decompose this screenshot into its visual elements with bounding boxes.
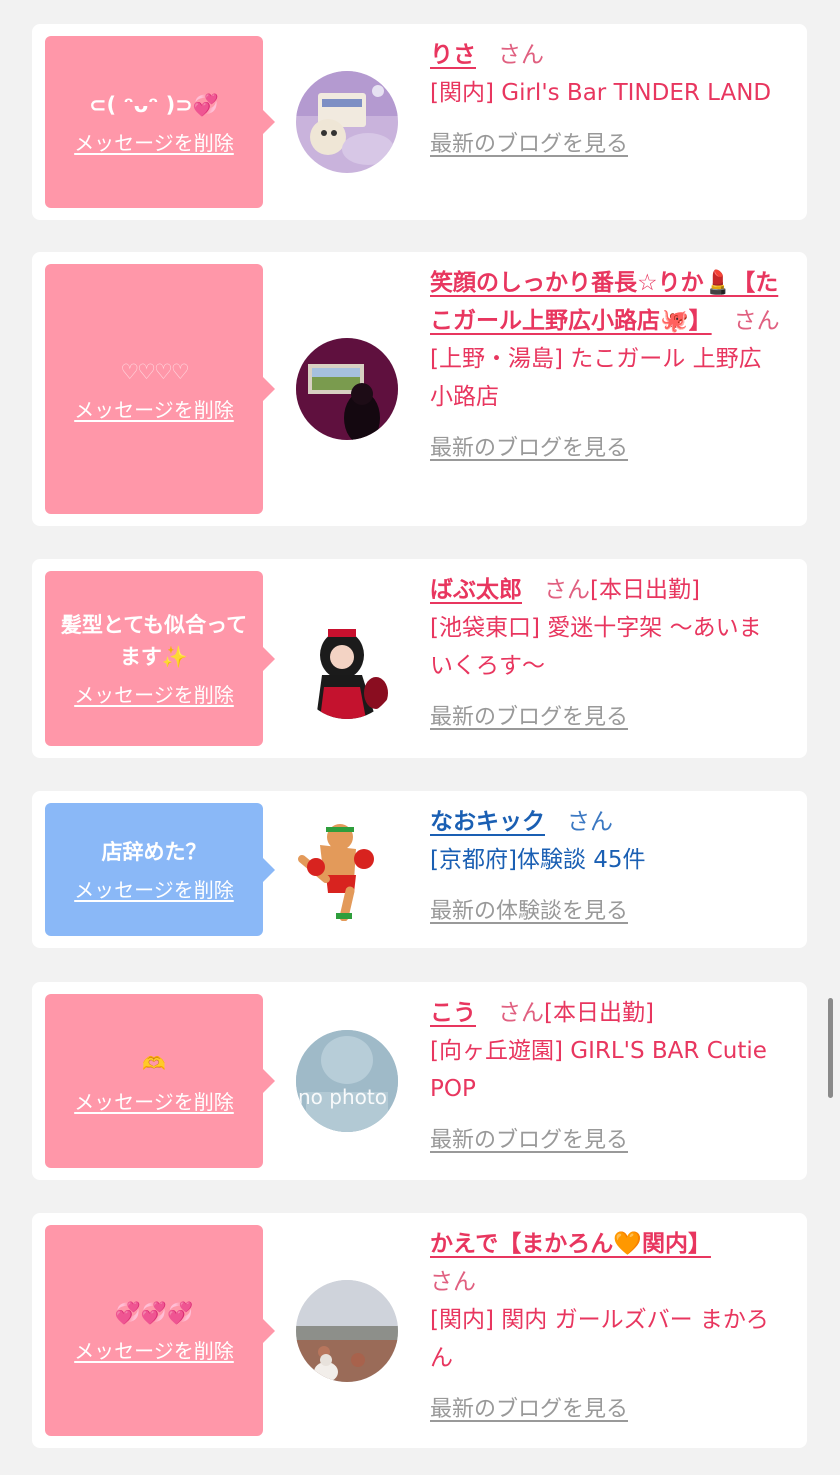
message-bubble: ♡♡♡♡ メッセージを削除 bbox=[45, 264, 275, 514]
delete-message-link[interactable]: メッセージを削除 bbox=[74, 394, 234, 423]
message-card: ♡♡♡♡ メッセージを削除 笑顔のしっかり番長☆りか💄【たこガール上野広小路店🐙… bbox=[32, 252, 807, 526]
message-bubble: ⊂( ᵔᴗᵔ )⊃💞 メッセージを削除 bbox=[45, 36, 275, 208]
avatar[interactable] bbox=[296, 338, 398, 440]
shop-place: [池袋東口] 愛迷十字架 〜あいまいくろす〜 bbox=[430, 615, 762, 679]
delete-message-link[interactable]: メッセージを削除 bbox=[74, 1335, 234, 1364]
user-name-link[interactable]: ばぶ太郎 bbox=[430, 577, 522, 603]
message-card: ⊂( ᵔᴗᵔ )⊃💞 メッセージを削除 りさ さん [関内] Girl's Bar… bbox=[32, 24, 807, 220]
user-info: こう さん[本日出勤] [向ヶ丘遊園] GIRL'S BAR Cutie POP … bbox=[430, 994, 782, 1160]
on-duty-badge: [本日出勤] bbox=[590, 577, 700, 603]
user-name-link[interactable]: こう bbox=[430, 1000, 476, 1026]
latest-blog-link[interactable]: 最新のブログを見る bbox=[430, 126, 782, 164]
user-name-link[interactable]: 笑顔のしっかり番長☆りか💄【たこガール上野広小路店🐙】 bbox=[430, 270, 778, 334]
user-info: なおキック さん [京都府]体験談 45件 最新の体験談を見る bbox=[430, 803, 782, 931]
avatar[interactable] bbox=[296, 1280, 398, 1382]
message-text: 💞💞💞 bbox=[114, 1301, 194, 1325]
user-info: 笑顔のしっかり番長☆りか💄【たこガール上野広小路店🐙】 さん [上野・湯島] たこ… bbox=[430, 264, 782, 468]
user-name-link[interactable]: りさ bbox=[430, 42, 476, 68]
review-count: [京都府]体験談 45件 bbox=[430, 847, 646, 873]
message-text: ⊂( ᵔᴗᵔ )⊃💞 bbox=[88, 92, 220, 117]
avatar[interactable] bbox=[296, 71, 398, 173]
delete-message-link[interactable]: メッセージを削除 bbox=[74, 127, 234, 156]
shop-place: [上野・湯島] たこガール 上野広小路店 bbox=[430, 346, 762, 410]
message-bubble: 髪型とても似合ってます✨ メッセージを削除 bbox=[45, 571, 275, 746]
message-text: 髪型とても似合ってます✨ bbox=[60, 613, 248, 669]
user-info: かえで【まかろん🧡関内】 さん [関内] 関内 ガールズバー まかろん 最新のブロ… bbox=[430, 1225, 782, 1429]
message-text: 店辞めた？ bbox=[101, 840, 207, 864]
user-info: りさ さん [関内] Girl's Bar TINDER LAND 最新のブログを… bbox=[430, 36, 782, 164]
message-bubble: 店辞めた？ メッセージを削除 bbox=[45, 803, 275, 936]
message-bubble: 💞💞💞 メッセージを削除 bbox=[45, 1225, 275, 1436]
delete-message-link[interactable]: メッセージを削除 bbox=[74, 874, 234, 903]
honorific: さん bbox=[498, 42, 544, 68]
message-card: 髪型とても似合ってます✨ メッセージを削除 ばぶ太郎 さん[本日出勤] [池袋東口… bbox=[32, 559, 807, 758]
honorific: さん bbox=[733, 308, 780, 334]
message-text: ♡♡♡♡ bbox=[120, 359, 189, 384]
user-info: ばぶ太郎 さん[本日出勤] [池袋東口] 愛迷十字架 〜あいまいくろす〜 最新のブ… bbox=[430, 571, 782, 737]
latest-blog-link[interactable]: 最新のブログを見る bbox=[430, 699, 782, 737]
latest-blog-link[interactable]: 最新のブログを見る bbox=[430, 1122, 782, 1160]
shop-place: [向ヶ丘遊園] GIRL'S BAR Cutie POP bbox=[430, 1038, 767, 1102]
message-card: 店辞めた？ メッセージを削除 なおキック さん [京都府]体験談 45件 最新の体… bbox=[32, 791, 807, 948]
delete-message-link[interactable]: メッセージを削除 bbox=[74, 1086, 234, 1115]
shop-place: [関内] Girl's Bar TINDER LAND bbox=[430, 80, 772, 106]
no-photo-avatar[interactable]: no photo bbox=[296, 1030, 398, 1132]
message-card: 🫶 メッセージを削除 no photo こう さん[本日出勤] [向ヶ丘遊園] G… bbox=[32, 982, 807, 1180]
user-name-link[interactable]: かえで【まかろん🧡関内】 bbox=[430, 1231, 711, 1257]
honorific: さん bbox=[498, 1000, 544, 1026]
honorific: さん bbox=[567, 809, 613, 835]
message-bubble: 🫶 メッセージを削除 bbox=[45, 994, 275, 1168]
kickboxer-avatar[interactable] bbox=[296, 819, 398, 921]
honorific: さん bbox=[430, 1269, 476, 1295]
latest-review-link[interactable]: 最新の体験談を見る bbox=[430, 893, 782, 931]
avatar[interactable] bbox=[296, 617, 398, 719]
delete-message-link[interactable]: メッセージを削除 bbox=[74, 679, 234, 708]
no-photo-text: no photo bbox=[298, 1085, 387, 1109]
on-duty-badge: [本日出勤] bbox=[544, 1000, 654, 1026]
latest-blog-link[interactable]: 最新のブログを見る bbox=[430, 1391, 782, 1429]
honorific: さん bbox=[544, 577, 590, 603]
shop-place: [関内] 関内 ガールズバー まかろん bbox=[430, 1307, 769, 1371]
latest-blog-link[interactable]: 最新のブログを見る bbox=[430, 430, 782, 468]
scrollbar[interactable] bbox=[828, 998, 833, 1098]
message-text: 🫶 bbox=[142, 1052, 166, 1075]
message-card: 💞💞💞 メッセージを削除 かえで【まかろん🧡関内】 さん [関内] 関内 ガールズ… bbox=[32, 1213, 807, 1448]
user-name-link[interactable]: なおキック bbox=[430, 809, 545, 835]
